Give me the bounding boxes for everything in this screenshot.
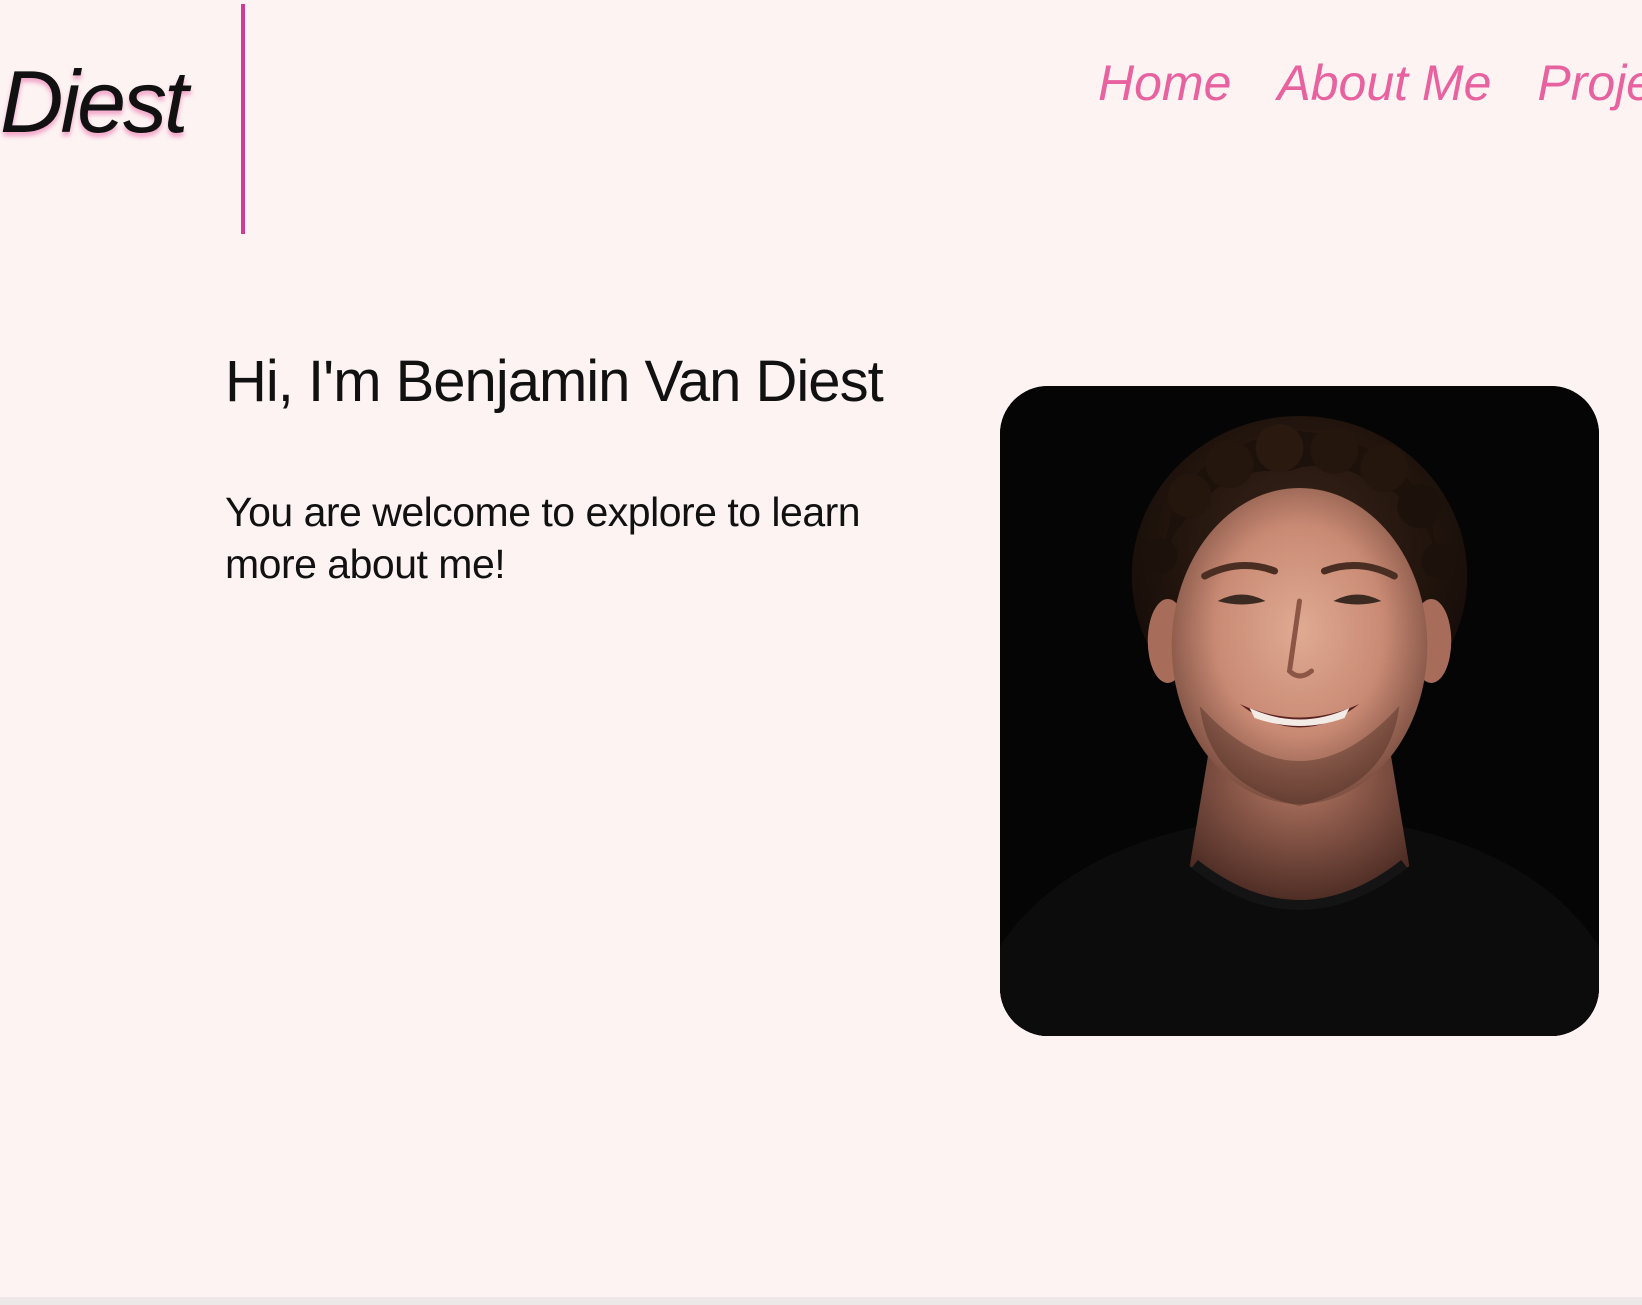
header-divider	[241, 4, 245, 234]
nav-about-me-link[interactable]: About Me	[1277, 58, 1491, 108]
hero-title: Hi, I'm Benjamin Van Diest	[225, 349, 884, 414]
nav-projects-link[interactable]: Projects	[1537, 58, 1642, 108]
profile-portrait-illustration	[1000, 386, 1599, 1036]
hero-subtitle: You are welcome to explore to learn more…	[225, 489, 861, 588]
nav-home-link[interactable]: Home	[1098, 58, 1231, 108]
page-background: Diest Diest Home About Me Projects Hi, I…	[0, 0, 1642, 1297]
site-logo[interactable]: Diest Diest	[0, 40, 200, 160]
bottom-edge	[0, 1297, 1642, 1305]
main-nav: Home About Me Projects	[1098, 58, 1642, 108]
profile-photo	[1000, 386, 1599, 1036]
logo-text: Diest	[0, 52, 188, 151]
